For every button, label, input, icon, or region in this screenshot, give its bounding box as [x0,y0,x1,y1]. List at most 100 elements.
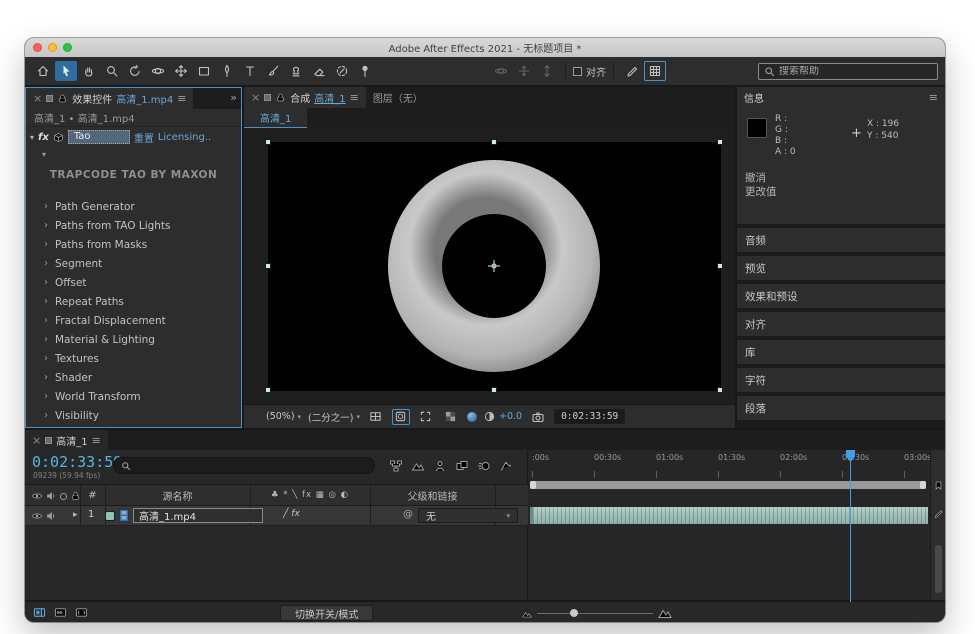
brush-tool-icon[interactable] [262,61,284,81]
snap-align-control[interactable]: 对齐 [573,64,606,79]
clone-stamp-tool-icon[interactable] [285,61,307,81]
chevron-right-icon[interactable]: › [44,334,48,345]
layer-row[interactable]: ▸ 1 高清_1.mp4 ╱ fx @ 无▾ [25,506,528,526]
chevron-right-icon[interactable]: › [44,372,48,383]
transparency-grid-icon[interactable] [442,409,460,425]
eraser-tool-icon[interactable] [308,61,330,81]
work-area-bar[interactable] [530,481,926,489]
in-out-pane-icon[interactable] [75,606,88,619]
effect-name[interactable]: Tao [68,130,130,144]
tab-composition[interactable]: × 合成 高清_1 ≡ [244,87,366,108]
effect-property-row[interactable]: ›Segment [26,254,241,273]
video-eye-icon[interactable] [31,490,43,502]
resolution-dropdown[interactable]: (二分之一)▾ [308,410,360,424]
motion-blur-icon[interactable] [475,458,492,474]
hand-tool-icon[interactable] [78,61,100,81]
chevron-right-icon[interactable]: › [44,220,48,231]
zoom-in-mountain-icon[interactable] [658,606,672,619]
shy-layers-icon[interactable] [431,458,448,474]
composition-viewport[interactable] [244,128,735,404]
disclosure-icon[interactable]: ▸ [73,510,78,520]
selection-handle[interactable] [717,263,723,269]
lock-icon[interactable] [57,93,68,104]
effect-property-row[interactable]: ›Material & Lighting [26,330,241,349]
panel-character[interactable]: 字符 [737,368,945,392]
fullscreen-window-button[interactable] [63,43,72,52]
reset-effect-link[interactable]: 重置 [134,130,154,145]
orbit-camera-tool-icon[interactable] [147,61,169,81]
panel-preview[interactable]: 预览 [737,256,945,280]
chevron-right-icon[interactable]: › [44,258,48,269]
effect-property-row[interactable]: ›Visibility [26,406,241,425]
color-management-icon[interactable] [467,412,477,422]
chevron-right-icon[interactable]: › [44,410,48,421]
timeline-zoom-thumb[interactable] [570,609,578,617]
collapse-caret-icon[interactable]: ▾ [30,133,34,142]
selection-handle[interactable] [265,263,271,269]
solo-icon[interactable] [59,492,68,501]
layer-name[interactable]: 高清_1.mp4 [133,508,263,523]
effect-property-row[interactable]: ›Shader [26,368,241,387]
roto-brush-tool-icon[interactable] [331,61,353,81]
selection-handle[interactable] [717,139,723,145]
panel-menu-icon[interactable]: ≡ [177,92,186,105]
current-timecode[interactable]: 0:02:33:59 [32,453,122,471]
chevron-right-icon[interactable]: › [44,391,48,402]
vertical-scrollbar[interactable] [935,545,942,593]
close-window-button[interactable] [33,43,42,52]
licensing-link[interactable]: Licensing.. [158,132,211,143]
layer-track-bar[interactable] [530,507,928,524]
viewer-tab[interactable]: 高清_1 [244,108,307,128]
layer-audio-icon[interactable] [45,510,57,522]
selection-handle[interactable] [717,387,723,393]
zoom-out-mountain-icon[interactable] [522,609,532,618]
rotate-tool-icon[interactable] [124,61,146,81]
work-area-start-handle[interactable] [530,481,536,489]
work-area-end-handle[interactable] [920,481,926,489]
panel-menu-icon[interactable]: ≡ [92,434,101,447]
chevron-right-icon[interactable]: › [44,201,48,212]
panel-overflow-icon[interactable]: » [230,91,237,104]
selection-tool-icon[interactable] [55,61,77,81]
frame-blend-icon[interactable] [453,458,470,474]
shape-tool-icon[interactable] [193,61,215,81]
current-time-display[interactable]: 0:02:33:59 [554,409,625,424]
time-ruler[interactable] [528,471,930,478]
minimize-window-button[interactable] [48,43,57,52]
grid-icon[interactable] [644,61,666,81]
puppet-pin-tool-icon[interactable] [354,61,376,81]
source-name-header[interactable]: 源名称 [105,485,250,505]
effect-property-row[interactable]: ›Path Generator [26,197,241,216]
effect-property-row[interactable]: ›Offset [26,273,241,292]
help-search-box[interactable] [758,63,938,80]
panel-audio[interactable]: 音频 [737,228,945,252]
effect-property-row[interactable]: ›World Transform [26,387,241,406]
draft-3d-icon[interactable] [409,458,426,474]
pen-tool-icon[interactable] [216,61,238,81]
magnification-dropdown[interactable]: (50%)▾ [266,411,301,422]
parent-pickwhip-icon[interactable]: @ [403,509,413,520]
chevron-right-icon[interactable]: › [44,353,48,364]
selection-handle[interactable] [265,387,271,393]
tab-info[interactable]: 信息 ≡ [737,87,945,108]
effect-property-row[interactable]: ›Paths from Masks [26,235,241,254]
selection-handle[interactable] [491,139,497,145]
group-caret-icon[interactable]: ▾ [42,150,46,159]
align-checkbox[interactable] [573,67,582,76]
help-search-input[interactable] [779,66,932,77]
parent-dropdown[interactable]: 无▾ [418,508,518,523]
anchor-point-icon[interactable] [488,260,500,272]
effect-property-row[interactable]: ›Repeat Paths [26,292,241,311]
mask-visibility-icon[interactable] [392,409,410,425]
chevron-right-icon[interactable]: › [44,315,48,326]
chevron-right-icon[interactable]: › [44,239,48,250]
effect-property-row[interactable]: ›Textures [26,349,241,368]
comp-marker-icon[interactable] [933,480,944,491]
home-icon[interactable] [32,61,54,81]
zoom-tool-icon[interactable] [101,61,123,81]
layer-switches[interactable]: ╱ fx [283,509,300,519]
timeline-search-input[interactable] [135,460,367,471]
selection-handle[interactable] [265,139,271,145]
close-tab-icon[interactable]: × [32,434,41,447]
snapshot-icon[interactable] [529,409,547,425]
